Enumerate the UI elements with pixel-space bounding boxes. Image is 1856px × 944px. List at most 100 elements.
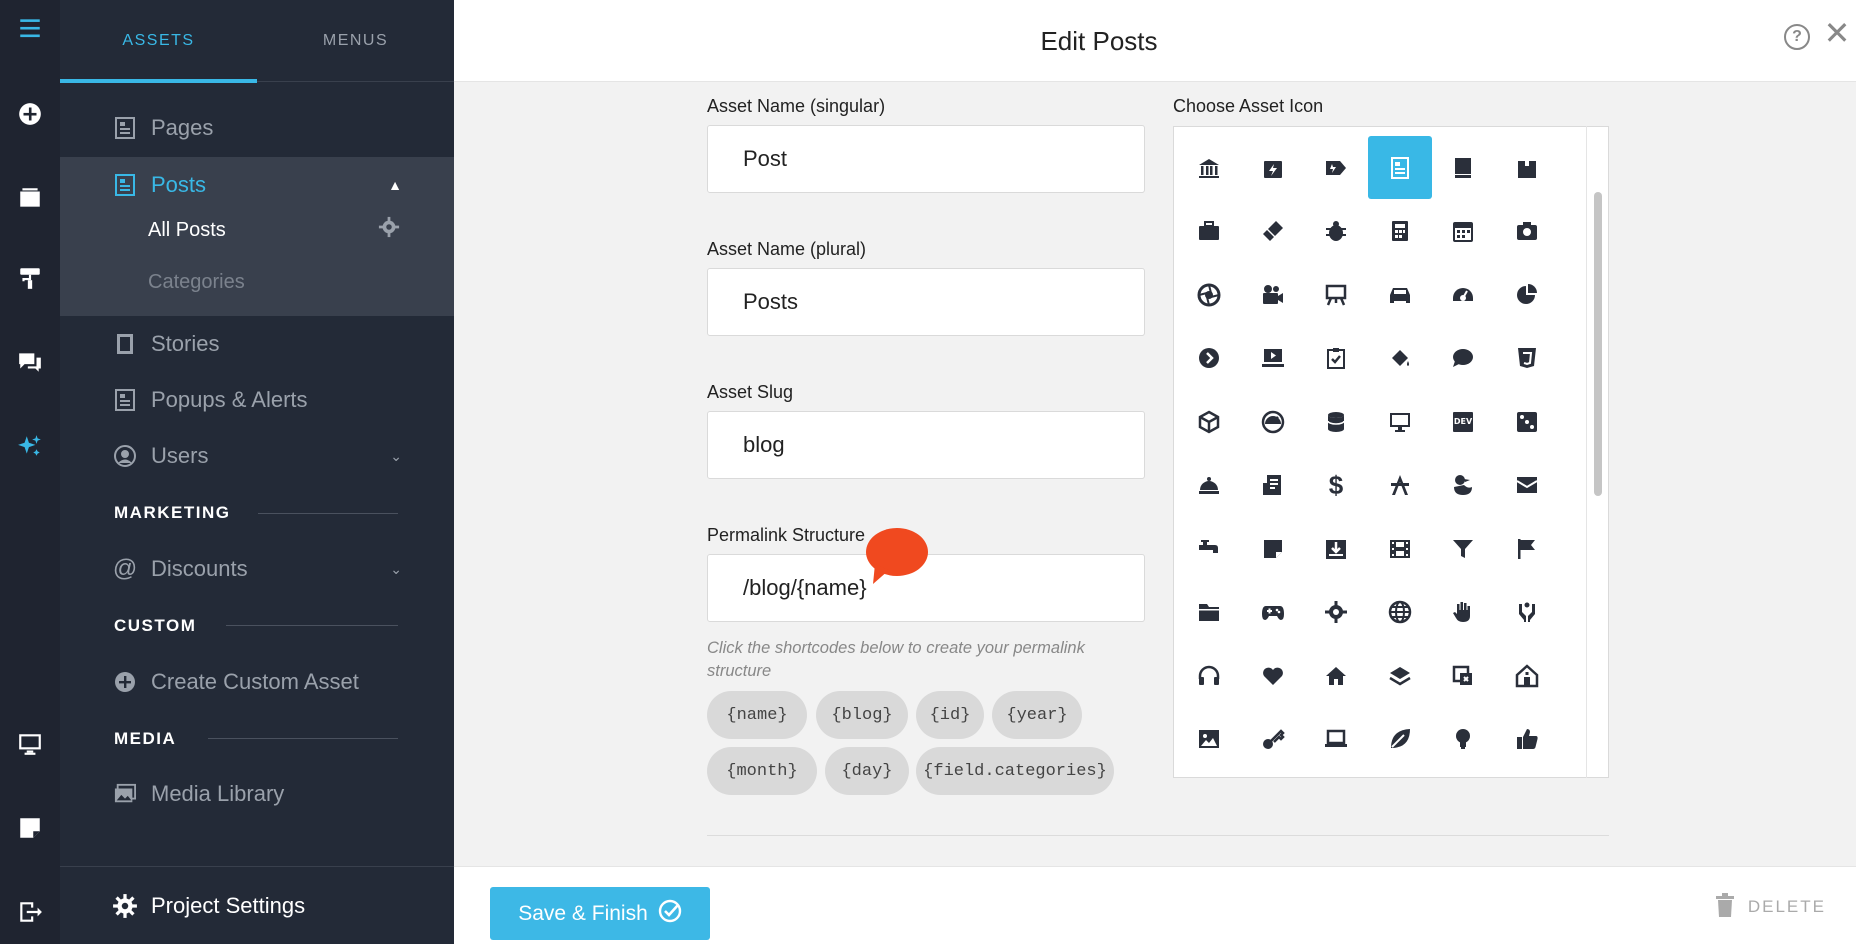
pie-chart-icon[interactable] bbox=[1495, 263, 1559, 326]
bug-icon[interactable] bbox=[1304, 200, 1368, 263]
database-icon[interactable] bbox=[1304, 390, 1368, 453]
calendar-icon[interactable] bbox=[1431, 200, 1495, 263]
sidebar-item-users[interactable]: Users ⌄ bbox=[60, 428, 454, 484]
save-finish-button[interactable]: Save & Finish bbox=[490, 887, 710, 940]
tab-assets[interactable]: ASSETS bbox=[60, 0, 257, 83]
sidebar-item-stories[interactable]: Stories bbox=[60, 316, 454, 372]
thumbs-up-icon[interactable] bbox=[1495, 708, 1559, 771]
window-icon[interactable] bbox=[10, 178, 50, 218]
page-title: Edit Posts bbox=[1040, 25, 1158, 56]
film-icon[interactable] bbox=[1368, 517, 1432, 580]
sidebar-item-media-library[interactable]: Media Library bbox=[60, 766, 454, 822]
compass-a-icon[interactable] bbox=[1368, 454, 1432, 517]
lightbulb-icon[interactable] bbox=[1431, 708, 1495, 771]
filter-icon[interactable] bbox=[1431, 517, 1495, 580]
box-icon[interactable] bbox=[1495, 136, 1559, 199]
play-circle-icon[interactable] bbox=[1177, 327, 1241, 390]
envelope-icon[interactable] bbox=[1495, 454, 1559, 517]
laptop-play-icon[interactable] bbox=[1241, 327, 1305, 390]
sidebar-subitem-categories[interactable]: Categories bbox=[148, 271, 245, 294]
css3-icon[interactable] bbox=[1495, 327, 1559, 390]
shortcode-chip[interactable]: {day} bbox=[825, 747, 909, 795]
home-icon[interactable] bbox=[1304, 644, 1368, 707]
project-settings-button[interactable]: Project Settings bbox=[60, 866, 454, 944]
desktop-icon[interactable] bbox=[1368, 390, 1432, 453]
slug-field[interactable]: blog bbox=[707, 411, 1145, 479]
download-box-icon[interactable] bbox=[1304, 517, 1368, 580]
sticky-note-icon[interactable] bbox=[10, 808, 50, 848]
gear-icon[interactable] bbox=[1304, 581, 1368, 644]
bell-icon[interactable] bbox=[1177, 454, 1241, 517]
note-icon[interactable] bbox=[1241, 517, 1305, 580]
help-icon[interactable]: ? bbox=[1784, 24, 1810, 50]
menu-icon[interactable] bbox=[10, 8, 50, 48]
sidebar-item-create-custom[interactable]: Create Custom Asset bbox=[60, 654, 454, 710]
clipboard-check-icon[interactable] bbox=[1304, 327, 1368, 390]
bank-icon[interactable] bbox=[1177, 136, 1241, 199]
sidebar-item-popups[interactable]: Popups & Alerts bbox=[60, 372, 454, 428]
shortcode-chip[interactable]: {month} bbox=[707, 747, 817, 795]
heart-icon[interactable] bbox=[1241, 644, 1305, 707]
dashboard-icon[interactable] bbox=[1241, 390, 1305, 453]
hands-icon[interactable] bbox=[1495, 581, 1559, 644]
gamepad-icon[interactable] bbox=[1241, 581, 1305, 644]
faucet-icon[interactable] bbox=[1177, 517, 1241, 580]
dev-icon[interactable]: DEV bbox=[1431, 390, 1495, 453]
brush-icon[interactable] bbox=[1241, 200, 1305, 263]
comment-icon[interactable] bbox=[1431, 327, 1495, 390]
gear-icon[interactable] bbox=[378, 216, 400, 238]
aperture-icon[interactable] bbox=[1177, 263, 1241, 326]
delete-button[interactable]: DELETE bbox=[1714, 887, 1826, 927]
tab-menus[interactable]: MENUS bbox=[257, 0, 454, 82]
house-icon[interactable] bbox=[1495, 644, 1559, 707]
video-camera-icon[interactable] bbox=[1241, 263, 1305, 326]
leaf-icon[interactable] bbox=[1368, 708, 1432, 771]
folder-icon[interactable] bbox=[1177, 581, 1241, 644]
easel-icon[interactable] bbox=[1304, 263, 1368, 326]
lab-icon[interactable] bbox=[1431, 644, 1495, 707]
tag-battery-icon[interactable] bbox=[1304, 136, 1368, 199]
receipt-icon[interactable] bbox=[1241, 454, 1305, 517]
paint-roller-icon[interactable] bbox=[10, 258, 50, 298]
calendar-bolt-icon[interactable] bbox=[1241, 136, 1305, 199]
globe-icon[interactable] bbox=[1368, 581, 1432, 644]
singular-name-field[interactable]: Post bbox=[707, 125, 1145, 193]
sidebar-subitem-all-posts[interactable]: All Posts bbox=[148, 219, 226, 242]
laptop-icon[interactable] bbox=[1304, 708, 1368, 771]
key-icon[interactable] bbox=[1241, 708, 1305, 771]
headphones-icon[interactable] bbox=[1177, 644, 1241, 707]
hand-icon[interactable] bbox=[1431, 581, 1495, 644]
shortcode-chip[interactable]: {id} bbox=[916, 691, 984, 739]
briefcase-icon[interactable] bbox=[1177, 200, 1241, 263]
magic-icon[interactable] bbox=[10, 426, 50, 466]
duck-icon[interactable] bbox=[1431, 454, 1495, 517]
sidebar-item-posts[interactable]: Posts ▲ bbox=[60, 157, 454, 213]
monitor-icon[interactable] bbox=[10, 724, 50, 764]
dollar-icon[interactable]: $ bbox=[1304, 454, 1368, 517]
shortcode-chip[interactable]: {blog} bbox=[816, 691, 908, 739]
paint-drop-icon[interactable] bbox=[1368, 327, 1432, 390]
close-icon[interactable]: ✕ bbox=[1822, 17, 1852, 49]
image-icon[interactable] bbox=[1177, 708, 1241, 771]
article-icon[interactable] bbox=[1367, 136, 1432, 199]
cube-icon[interactable] bbox=[1177, 390, 1241, 453]
book-icon[interactable] bbox=[1431, 136, 1495, 199]
camera-icon[interactable] bbox=[1495, 200, 1559, 263]
chat-icon[interactable] bbox=[10, 342, 50, 382]
sidebar-item-discounts[interactable]: @ Discounts ⌄ bbox=[60, 541, 454, 597]
layers-icon[interactable] bbox=[1368, 644, 1432, 707]
shortcode-chip[interactable]: {year} bbox=[992, 691, 1082, 739]
dice-icon[interactable] bbox=[1495, 390, 1559, 453]
add-circle-icon[interactable] bbox=[10, 94, 50, 134]
plural-name-field[interactable]: Posts bbox=[707, 268, 1145, 336]
car-icon[interactable] bbox=[1368, 263, 1432, 326]
sidebar-item-pages[interactable]: Pages bbox=[60, 100, 454, 156]
shortcode-chip[interactable]: {name} bbox=[707, 691, 807, 739]
icon-scrollbar-thumb[interactable] bbox=[1594, 192, 1602, 496]
exit-icon[interactable] bbox=[10, 892, 50, 932]
gauge-icon[interactable] bbox=[1431, 263, 1495, 326]
shortcode-chip[interactable]: {field.categories} bbox=[916, 747, 1114, 795]
calculator-icon[interactable] bbox=[1368, 200, 1432, 263]
chevron-down-icon: ⌄ bbox=[390, 447, 402, 464]
flag-icon[interactable] bbox=[1495, 517, 1559, 580]
